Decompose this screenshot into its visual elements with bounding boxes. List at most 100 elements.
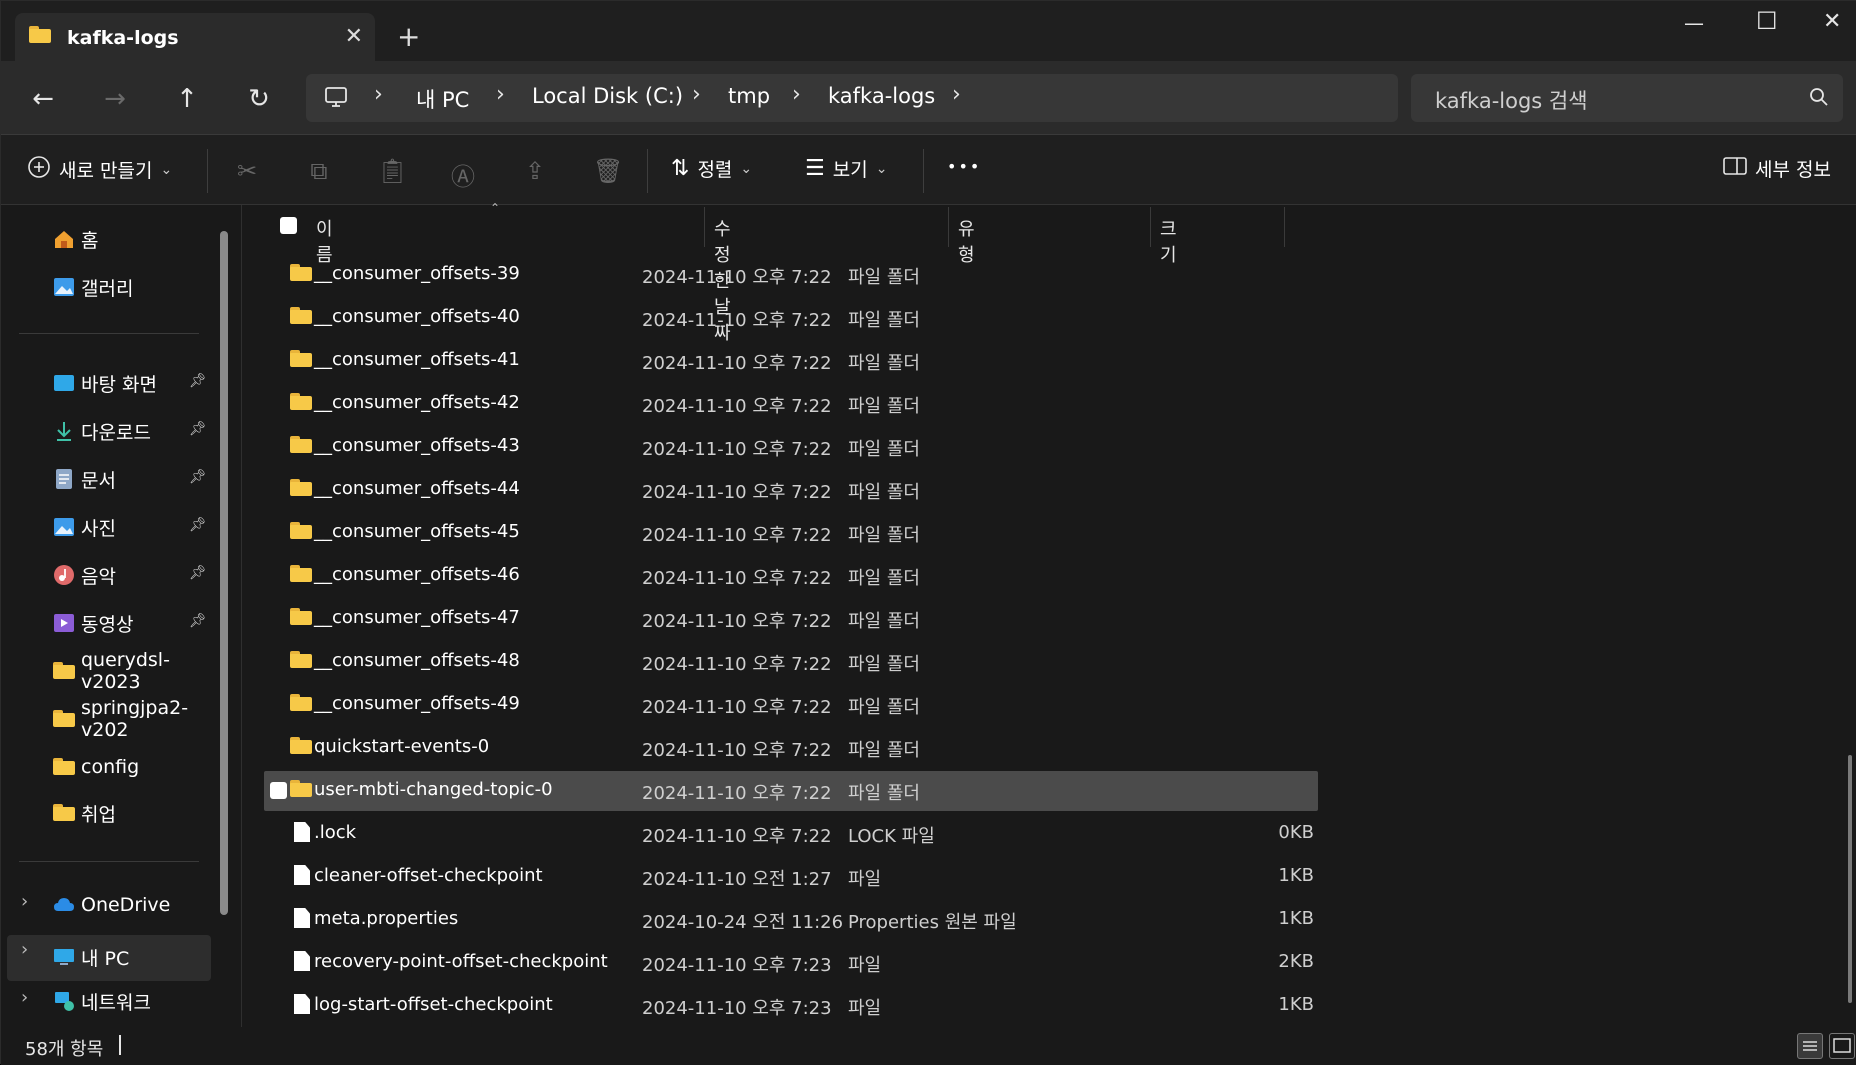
table-row[interactable]: __consumer_offsets-45 2024-11-10 오후 7:22 파…: [264, 513, 1318, 553]
search-input[interactable]: kafka-logs 검색: [1435, 85, 1588, 115]
table-row[interactable]: __consumer_offsets-44 2024-11-10 오후 7:22 파…: [264, 470, 1318, 510]
breadcrumb-this-pc[interactable]: 내 PC: [416, 84, 469, 114]
file-type: 파일 폴더: [848, 568, 920, 589]
view-button[interactable]: ☰ 보기 ⌄: [805, 155, 887, 182]
view-label: 보기: [832, 159, 868, 181]
select-all-checkbox[interactable]: [280, 217, 297, 234]
table-row[interactable]: __consumer_offsets-40 2024-11-10 오후 7:22 파…: [264, 298, 1318, 338]
file-name: __consumer_offsets-42: [314, 392, 520, 413]
details-pane-button[interactable]: 세부 정보: [1723, 155, 1831, 182]
search-box[interactable]: kafka-logs 검색: [1411, 74, 1843, 122]
breadcrumb-kafka-logs[interactable]: kafka-logs: [828, 84, 935, 108]
sidebar-item-videos[interactable]: 동영상: [53, 605, 133, 641]
file-modified: 2024-11-10 오후 7:22: [642, 568, 832, 589]
expand-chevron-icon[interactable]: ›: [21, 939, 28, 960]
column-divider[interactable]: [1284, 207, 1285, 247]
close-button[interactable]: ✕: [1823, 9, 1841, 34]
chevron-right-icon[interactable]: ›: [374, 82, 383, 107]
document-icon: [53, 468, 75, 490]
cut-icon[interactable]: ✂: [233, 157, 261, 185]
table-row[interactable]: user-mbti-changed-topic-0 2024-11-10 오후 7…: [264, 771, 1318, 811]
file-type: 파일 폴더: [848, 353, 920, 374]
tab-title: kafka-logs: [67, 27, 179, 49]
table-row[interactable]: cleaner-offset-checkpoint 2024-11-10 오전 1…: [264, 857, 1318, 897]
pin-icon[interactable]: 📌︎: [189, 613, 207, 629]
tab-close-icon[interactable]: ✕: [345, 24, 363, 49]
sidebar-item-springjpa2[interactable]: springjpa2-v202: [53, 697, 209, 741]
file-list-scrollbar[interactable]: [1848, 755, 1852, 1003]
pin-icon[interactable]: 📌︎: [189, 565, 207, 581]
expand-chevron-icon[interactable]: ›: [21, 891, 28, 912]
table-row[interactable]: __consumer_offsets-41 2024-11-10 오후 7:22 파…: [264, 341, 1318, 381]
paste-icon[interactable]: 📋︎: [377, 157, 407, 185]
sidebar-item-onedrive[interactable]: OneDrive: [53, 887, 170, 923]
column-divider[interactable]: [948, 207, 949, 247]
file-name: __consumer_offsets-47: [314, 607, 520, 628]
delete-icon[interactable]: 🗑︎: [593, 157, 623, 185]
refresh-button[interactable]: ↻: [239, 79, 279, 119]
sidebar-item-music[interactable]: 음악: [53, 557, 116, 593]
search-icon[interactable]: [1809, 87, 1829, 111]
chevron-right-icon[interactable]: ›: [496, 82, 505, 107]
table-row[interactable]: meta.properties 2024-10-24 오전 11:26 Proper…: [264, 900, 1318, 940]
sidebar-item-label: querydsl-v2023: [81, 649, 170, 693]
table-row[interactable]: log-start-offset-checkpoint 2024-11-10 오후…: [264, 986, 1318, 1026]
sidebar-item-home[interactable]: 홈: [53, 221, 98, 257]
address-bar[interactable]: › 내 PC › Local Disk (C:) › tmp › kafka-l…: [306, 74, 1398, 122]
sidebar-item-gallery[interactable]: 갤러리: [53, 269, 133, 305]
file-type: 파일 폴더: [848, 267, 920, 288]
pin-icon[interactable]: 📌︎: [189, 421, 207, 437]
share-icon[interactable]: ⇪: [521, 157, 549, 185]
navigation-bar: ← → ↑ ↻ › 내 PC › Local Disk (C:) › tmp ›…: [1, 61, 1856, 135]
new-tab-button[interactable]: +: [397, 23, 420, 51]
forward-button[interactable]: →: [95, 79, 135, 119]
sidebar-item-desktop[interactable]: 바탕 화면: [53, 365, 157, 401]
sidebar-item-this-pc[interactable]: 내 PC: [53, 939, 129, 975]
table-row[interactable]: __consumer_offsets-47 2024-11-10 오후 7:22 파…: [264, 599, 1318, 639]
sidebar-scrollbar[interactable]: [220, 231, 228, 915]
table-row[interactable]: __consumer_offsets-46 2024-11-10 오후 7:22 파…: [264, 556, 1318, 596]
table-row[interactable]: __consumer_offsets-48 2024-11-10 오후 7:22 파…: [264, 642, 1318, 682]
sidebar-item-config[interactable]: config: [53, 749, 139, 785]
chevron-right-icon[interactable]: ›: [952, 82, 961, 107]
chevron-right-icon[interactable]: ›: [792, 82, 801, 107]
column-divider[interactable]: [704, 207, 705, 247]
table-row[interactable]: __consumer_offsets-42 2024-11-10 오후 7:22 파…: [264, 384, 1318, 424]
new-button[interactable]: 새로 만들기 ⌄: [27, 155, 172, 184]
breadcrumb-tmp[interactable]: tmp: [728, 84, 770, 108]
table-row[interactable]: .lock 2024-11-10 오후 7:22 LOCK 파일 0KB: [264, 814, 1318, 854]
sidebar-item-downloads[interactable]: 다운로드: [53, 413, 151, 449]
maximize-button[interactable]: ☐: [1756, 7, 1778, 35]
pin-icon[interactable]: 📌︎: [189, 469, 207, 485]
sidebar-item-querydsl[interactable]: querydsl-v2023: [53, 649, 209, 693]
table-row[interactable]: __consumer_offsets-49 2024-11-10 오후 7:22 파…: [264, 685, 1318, 725]
sort-button[interactable]: ⇅ 정렬 ⌄: [671, 155, 752, 182]
rename-icon[interactable]: Ⓐ: [449, 157, 477, 191]
folder-icon: [290, 651, 312, 668]
up-button[interactable]: ↑: [167, 79, 207, 119]
more-options-button[interactable]: •••: [947, 157, 981, 176]
sidebar-item-documents[interactable]: 문서: [53, 461, 116, 497]
preview-view-button[interactable]: [1829, 1033, 1855, 1059]
file-name: __consumer_offsets-39: [314, 263, 520, 284]
sidebar-item-pictures[interactable]: 사진: [53, 509, 116, 545]
table-row[interactable]: recovery-point-offset-checkpoint 2024-11-…: [264, 943, 1318, 983]
table-row[interactable]: __consumer_offsets-43 2024-11-10 오후 7:22 파…: [264, 427, 1318, 467]
table-row[interactable]: __consumer_offsets-39 2024-11-10 오후 7:22 파…: [264, 255, 1318, 295]
tab-kafka-logs[interactable]: kafka-logs ✕: [15, 13, 375, 61]
table-row[interactable]: quickstart-events-0 2024-11-10 오후 7:22 파일 …: [264, 728, 1318, 768]
minimize-button[interactable]: —: [1684, 11, 1704, 35]
pin-icon[interactable]: 📌︎: [189, 373, 207, 389]
file-type: Properties 원본 파일: [848, 912, 1017, 933]
column-divider[interactable]: [1150, 207, 1151, 247]
expand-chevron-icon[interactable]: ›: [21, 987, 28, 1008]
row-checkbox[interactable]: [270, 782, 287, 799]
sidebar-item-job[interactable]: 취업: [53, 795, 116, 831]
copy-icon[interactable]: ⧉: [305, 157, 333, 185]
breadcrumb-local-disk[interactable]: Local Disk (C:): [532, 84, 683, 108]
details-view-button[interactable]: [1797, 1033, 1823, 1059]
chevron-right-icon[interactable]: ›: [692, 82, 701, 107]
back-button[interactable]: ←: [23, 79, 63, 119]
sidebar-item-network[interactable]: 네트워크: [53, 983, 151, 1019]
pin-icon[interactable]: 📌︎: [189, 517, 207, 533]
